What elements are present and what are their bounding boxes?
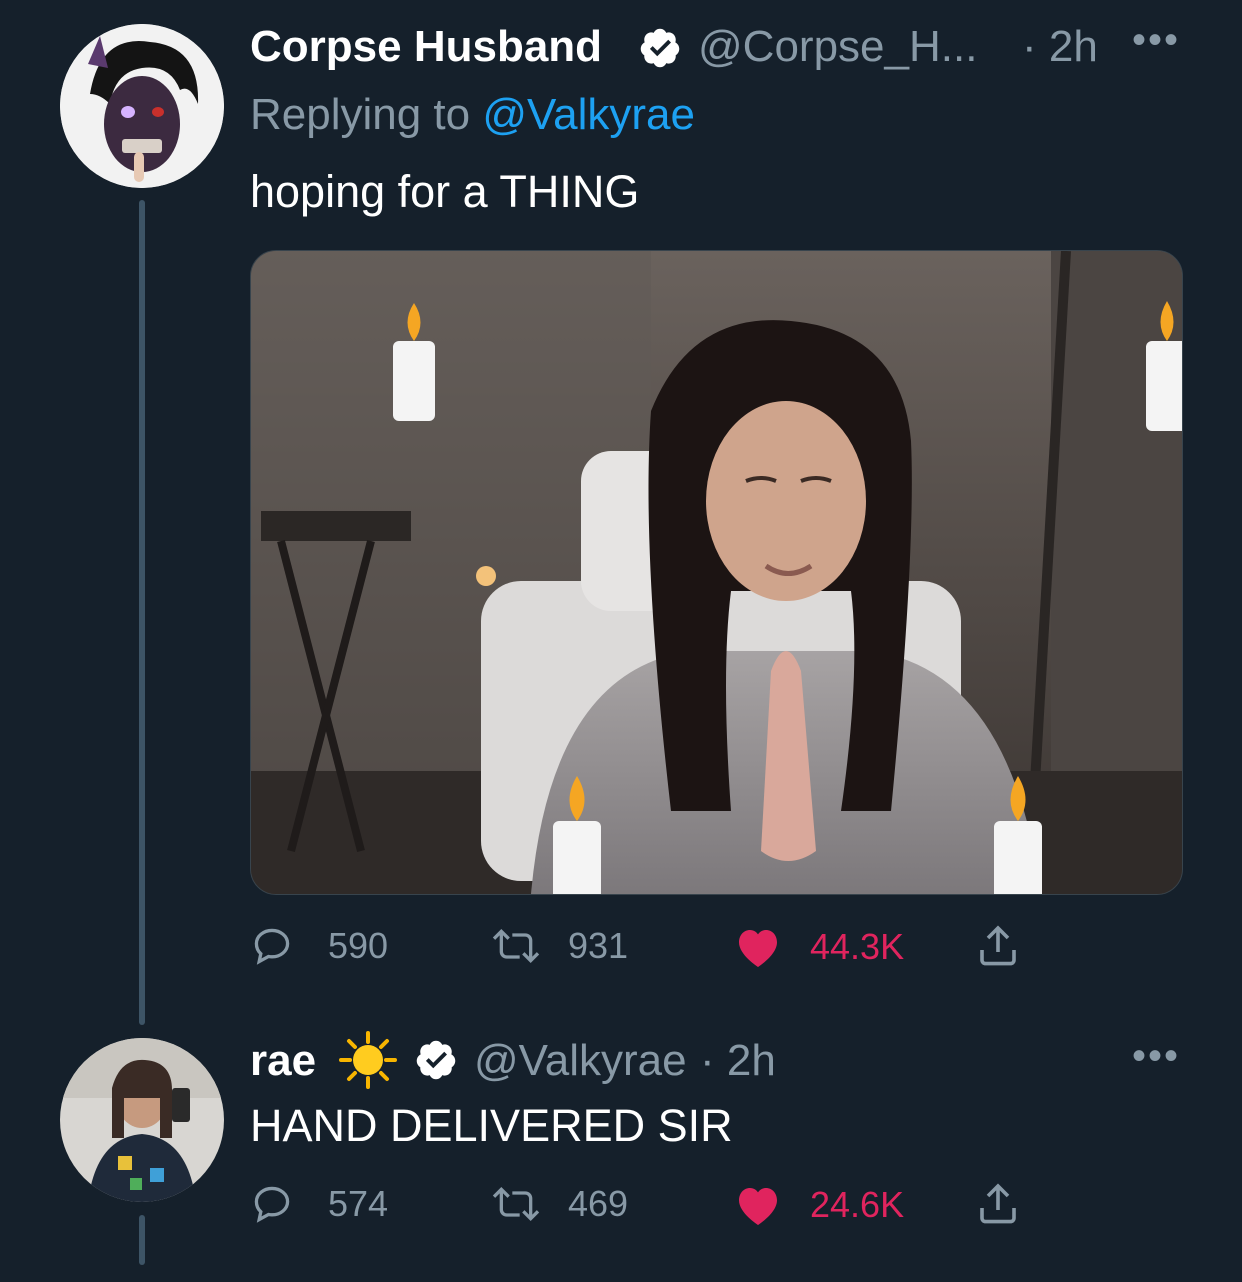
- thread-line-top: [139, 200, 145, 1025]
- tweet2-like-count: 24.6K: [810, 1184, 905, 1225]
- tweet1-display-name[interactable]: Corpse Husband: [250, 22, 602, 72]
- tweet1-retweet-count: 931: [568, 925, 629, 966]
- replying-to-handle[interactable]: @Valkyrae: [482, 90, 695, 139]
- tweet1-media-image[interactable]: [250, 250, 1183, 895]
- tweet1-like-count: 44.3K: [810, 926, 905, 967]
- sun-emoji-icon: [338, 1030, 398, 1095]
- tweet1-timestamp[interactable]: · 2h: [1022, 22, 1098, 72]
- reply-icon: [254, 928, 290, 965]
- tweet1-verified-icon: [638, 26, 682, 75]
- tweet2-text: HAND DELIVERED SIR: [250, 1100, 733, 1151]
- reply-icon: [254, 1186, 290, 1223]
- tweet2-retweet-count: 469: [568, 1183, 629, 1224]
- avatar-valkyrae[interactable]: [60, 1038, 224, 1202]
- tweet2-verified-icon: [414, 1038, 458, 1087]
- tweet2-display-name[interactable]: rae: [250, 1036, 316, 1086]
- tweet1-handle[interactable]: @Corpse_H...: [698, 22, 977, 72]
- praying-photo: [251, 251, 1182, 894]
- share-icon: [980, 1183, 1016, 1224]
- avatar-corpse-husband[interactable]: [60, 24, 224, 188]
- tweet2-retweet-button[interactable]: 469: [488, 1182, 628, 1226]
- tweet2-reply-button[interactable]: 574: [250, 1182, 388, 1226]
- tweet2-timestamp[interactable]: · 2h: [700, 1036, 776, 1086]
- tweet1-retweet-button[interactable]: 931: [488, 924, 628, 968]
- retweet-icon: [492, 1186, 540, 1222]
- heart-filled-icon: [739, 930, 777, 967]
- retweet-icon: [492, 928, 540, 964]
- thread-line-bottom: [139, 1215, 145, 1265]
- tweet1-more-icon[interactable]: •••: [1132, 18, 1180, 63]
- tweet1-like-button[interactable]: 44.3K: [734, 924, 904, 970]
- tweet2-share-button[interactable]: [974, 1180, 1022, 1228]
- tweet1-replying-line: Replying to @Valkyrae: [250, 90, 695, 140]
- tweet2-handle[interactable]: @Valkyrae: [474, 1036, 687, 1086]
- tweet2-more-icon[interactable]: •••: [1132, 1034, 1180, 1079]
- heart-filled-icon: [739, 1188, 777, 1225]
- tweet1-reply-count: 590: [328, 925, 389, 966]
- tweet2-like-button[interactable]: 24.6K: [734, 1182, 904, 1228]
- tweet1-reply-button[interactable]: 590: [250, 924, 388, 968]
- share-icon: [980, 925, 1016, 966]
- tweet2-reply-count: 574: [328, 1183, 389, 1224]
- tweet1-share-button[interactable]: [974, 922, 1022, 970]
- replying-to-label: Replying to: [250, 90, 471, 139]
- tweet1-text: hoping for a THING: [250, 166, 640, 217]
